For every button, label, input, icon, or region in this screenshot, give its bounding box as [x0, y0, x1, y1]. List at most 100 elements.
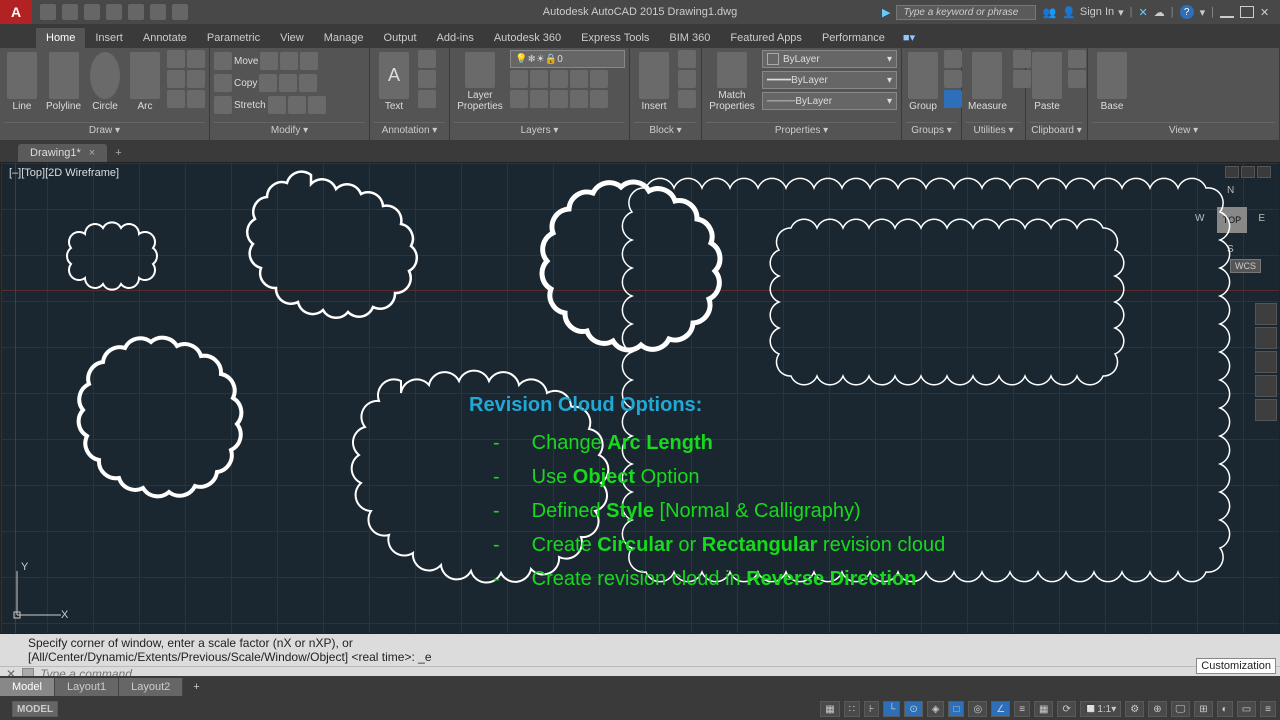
add-tab-button[interactable]: + [107, 144, 129, 162]
viewport-controls-label[interactable]: [–][Top][2D Wireframe] [9, 167, 119, 179]
polyline-button[interactable]: Polyline [44, 50, 83, 114]
layer-properties-button[interactable]: Layer Properties [454, 50, 506, 114]
layout-tab-model[interactable]: Model [0, 678, 55, 696]
fillet-icon[interactable] [279, 74, 297, 92]
layer-tool-icon[interactable] [550, 90, 568, 108]
modify-small-icon[interactable] [300, 52, 318, 70]
ribbon-bullet-icon[interactable]: ■▾ [895, 27, 923, 48]
tab-expresstools[interactable]: Express Tools [571, 28, 659, 48]
block-attr-icon[interactable] [678, 90, 696, 108]
qat-redo-icon[interactable] [172, 4, 188, 20]
color-dropdown[interactable]: ByLayer▾ [762, 50, 897, 68]
panel-label[interactable]: Draw ▾ [4, 122, 205, 138]
status-lwt-icon[interactable]: ≡ [1014, 701, 1030, 717]
status-hardware-icon[interactable]: ⊞ [1194, 701, 1212, 717]
document-tab[interactable]: Drawing1*× [18, 144, 107, 162]
draw-small-icon[interactable] [187, 50, 205, 68]
array-icon[interactable] [288, 96, 306, 114]
close-tab-icon[interactable]: × [89, 147, 95, 159]
group-button[interactable]: Group [906, 50, 940, 114]
viewcube-s[interactable]: S [1227, 244, 1234, 255]
match-properties-button[interactable]: Match Properties [706, 50, 758, 114]
tab-performance[interactable]: Performance [812, 28, 895, 48]
layer-tool-icon[interactable] [570, 90, 588, 108]
qat-plot-icon[interactable] [128, 4, 144, 20]
viewcube-e[interactable]: E [1258, 213, 1265, 224]
status-cycling-icon[interactable]: ⟳ [1057, 701, 1075, 717]
tab-home[interactable]: Home [36, 28, 85, 48]
arc-button[interactable]: Arc [127, 50, 163, 114]
viewport-close-icon[interactable] [1257, 166, 1271, 178]
add-layout-button[interactable]: + [183, 678, 209, 696]
viewcube-w[interactable]: W [1195, 213, 1204, 224]
paste-button[interactable]: Paste [1030, 50, 1064, 114]
status-transparency-icon[interactable]: ▦ [1034, 701, 1053, 717]
layer-tool-icon[interactable] [590, 70, 608, 88]
status-model-button[interactable]: MODEL [12, 701, 58, 717]
status-osnap-icon[interactable]: □ [948, 701, 964, 717]
status-infer-icon[interactable]: ⊦ [864, 701, 879, 717]
panel-label[interactable]: Layers ▾ [454, 122, 625, 138]
steering-wheel-icon[interactable] [1255, 303, 1277, 325]
layer-tool-icon[interactable] [590, 90, 608, 108]
orbit-icon[interactable] [1255, 375, 1277, 397]
trim-icon[interactable] [280, 52, 298, 70]
layer-dropdown[interactable]: 💡❄☀🔒 0 [510, 50, 625, 68]
drawing-viewport[interactable]: [–][Top][2D Wireframe] N S E W TOP WCS Y… [0, 162, 1280, 634]
status-iso-icon[interactable]: ◈ [927, 701, 945, 717]
measure-button[interactable]: Measure [966, 50, 1009, 114]
copy-clip-icon[interactable] [1068, 70, 1086, 88]
table-icon[interactable] [418, 90, 436, 108]
status-otrack-icon[interactable]: ∠ [991, 701, 1010, 717]
qat-open-icon[interactable] [62, 4, 78, 20]
status-workspace-icon[interactable]: ⊕ [1148, 701, 1166, 717]
linetype-dropdown[interactable]: ──── ByLayer▾ [762, 92, 897, 110]
panel-label[interactable]: Groups ▾ [906, 122, 957, 138]
status-grid-icon[interactable]: ▦ [820, 701, 839, 717]
layer-tool-icon[interactable] [510, 70, 528, 88]
rotate-icon[interactable] [260, 52, 278, 70]
layer-tool-icon[interactable] [550, 70, 568, 88]
cut-icon[interactable] [1068, 50, 1086, 68]
draw-small-icon[interactable] [167, 50, 185, 68]
layout-tab-layout2[interactable]: Layout2 [119, 678, 183, 696]
tab-featuredapps[interactable]: Featured Apps [720, 28, 812, 48]
pan-icon[interactable] [1255, 327, 1277, 349]
edit-block-icon[interactable] [678, 70, 696, 88]
qat-new-icon[interactable] [40, 4, 56, 20]
modify-small-icon[interactable] [299, 74, 317, 92]
scale-icon[interactable] [268, 96, 286, 114]
status-customize-icon[interactable]: ≡ [1260, 701, 1276, 717]
panel-label[interactable]: Clipboard ▾ [1030, 122, 1083, 138]
lineweight-dropdown[interactable]: ━━━━ ByLayer▾ [762, 71, 897, 89]
tab-bim360[interactable]: BIM 360 [659, 28, 720, 48]
base-button[interactable]: Base [1092, 50, 1132, 114]
stretch-icon[interactable] [214, 96, 232, 114]
circle-button[interactable]: Circle [87, 50, 123, 114]
draw-small-icon[interactable] [167, 90, 185, 108]
qat-undo-icon[interactable] [150, 4, 166, 20]
zoom-extents-icon[interactable] [1255, 351, 1277, 373]
copy-icon[interactable] [214, 74, 232, 92]
dimension-icon[interactable] [418, 50, 436, 68]
panel-label[interactable]: Utilities ▾ [966, 122, 1021, 138]
minimize-button[interactable] [1220, 6, 1234, 18]
qat-saveas-icon[interactable] [106, 4, 122, 20]
status-cleanscreen-icon[interactable]: ▭ [1237, 701, 1256, 717]
tab-output[interactable]: Output [374, 28, 427, 48]
tab-parametric[interactable]: Parametric [197, 28, 270, 48]
panel-label[interactable]: Modify ▾ [214, 122, 365, 138]
panel-label[interactable]: Annotation ▾ [374, 122, 445, 138]
tab-insert[interactable]: Insert [85, 28, 133, 48]
panel-label[interactable]: Properties ▾ [706, 122, 897, 138]
insert-button[interactable]: Insert [634, 50, 674, 114]
tab-annotate[interactable]: Annotate [133, 28, 197, 48]
status-gear-icon[interactable]: ⚙ [1125, 701, 1144, 717]
tab-view[interactable]: View [270, 28, 314, 48]
viewcube[interactable]: N S E W TOP [1195, 185, 1265, 255]
draw-small-icon[interactable] [167, 70, 185, 88]
layer-tool-icon[interactable] [530, 70, 548, 88]
tab-autodesk360[interactable]: Autodesk 360 [484, 28, 571, 48]
search-play-icon[interactable]: ▶ [882, 6, 890, 19]
panel-label[interactable]: View ▾ [1092, 122, 1275, 138]
